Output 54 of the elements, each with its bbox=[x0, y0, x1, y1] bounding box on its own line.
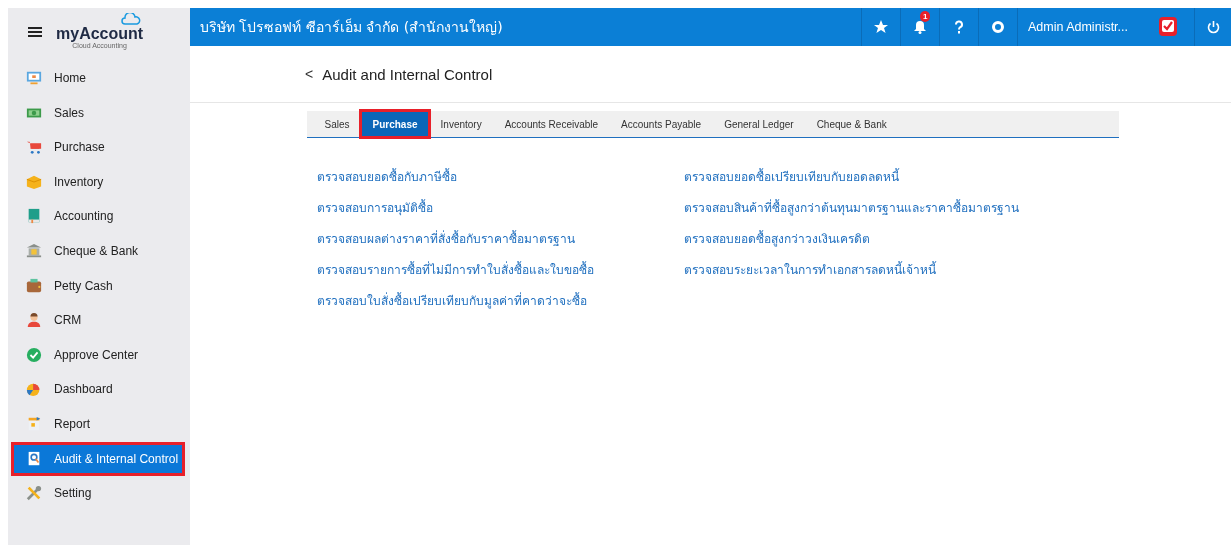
sidebar-item[interactable]: Purchase bbox=[13, 132, 183, 163]
book-icon bbox=[26, 208, 42, 225]
check-circle-icon bbox=[26, 346, 42, 363]
cloud-icon bbox=[121, 12, 142, 25]
report-link[interactable]: ตรวจสอบระยะเวลาในการทำเอกสารลดหนี้เจ้าหนี้ bbox=[684, 261, 1119, 279]
sidebar-item[interactable]: Approve Center bbox=[13, 339, 183, 370]
company-name: บริษัท โปรซอฟท์ ซีอาร์เอ็ม จำกัด (สำนักงานใหญ่) bbox=[199, 17, 504, 37]
pie-chart-icon bbox=[26, 381, 42, 398]
tab[interactable]: Cheque & Bank bbox=[805, 111, 899, 137]
sidebar-item[interactable]: Inventory bbox=[13, 166, 183, 197]
tab[interactable]: Purchase bbox=[361, 111, 430, 137]
bank-icon bbox=[26, 242, 42, 259]
power-icon[interactable] bbox=[1206, 20, 1220, 34]
bell-icon[interactable] bbox=[912, 20, 927, 34]
star-icon[interactable] bbox=[873, 20, 888, 34]
magnifier-document-icon bbox=[26, 450, 42, 467]
sidebar-item[interactable]: CRM bbox=[13, 305, 183, 336]
sidebar-item[interactable]: Dashboard bbox=[13, 374, 183, 405]
monitor-icon bbox=[26, 70, 42, 86]
report-link[interactable]: ตรวจสอบการอนุมัติซื้อ bbox=[317, 199, 684, 217]
tab[interactable]: Accounts Receivable bbox=[493, 111, 610, 137]
sidebar-item[interactable]: Setting bbox=[13, 478, 183, 509]
sidebar-item[interactable]: Accounting bbox=[13, 201, 183, 232]
tab[interactable]: General Ledger bbox=[712, 111, 806, 137]
report-link[interactable]: ตรวจสอบยอดซื้อเปรียบเทียบกับยอดลดหนี้ bbox=[684, 168, 1119, 186]
settings-icon[interactable] bbox=[990, 20, 1005, 34]
report-link[interactable]: ตรวจสอบรายการซื้อที่ไม่มีการทำใบสั่งซื้อและใบขอซื้อ bbox=[317, 261, 684, 279]
notification-badge: 1 bbox=[919, 11, 931, 22]
box-icon bbox=[26, 173, 42, 190]
report-link[interactable]: ตรวจสอบยอดซื้อสูงกว่าวงเงินเครดิต bbox=[684, 230, 1119, 248]
report-link[interactable]: ตรวจสอบยอดซื้อกับภาษีซื้อ bbox=[317, 168, 684, 186]
person-icon bbox=[26, 312, 42, 329]
tab[interactable]: Inventory bbox=[429, 111, 494, 137]
checkbox-app-icon[interactable] bbox=[1157, 16, 1179, 38]
page-title: Audit and Internal Control bbox=[322, 65, 493, 83]
document-icon bbox=[26, 415, 42, 432]
sidebar-item[interactable]: Sales bbox=[13, 97, 183, 128]
sidebar-item[interactable]: Report bbox=[13, 408, 183, 439]
logo: myAccount bbox=[56, 25, 144, 42]
tab[interactable]: Accounts Payable bbox=[609, 111, 713, 137]
back-link[interactable]: < bbox=[305, 66, 314, 82]
tab[interactable]: Sales bbox=[313, 111, 361, 137]
wallet-icon bbox=[26, 277, 42, 294]
report-link[interactable]: ตรวจสอบใบสั่งซื้อเปรียบเทียบกับมูลค่าที่คาดว่าจะซื้อ bbox=[317, 292, 684, 310]
user-name[interactable]: Admin Administr... bbox=[1016, 8, 1142, 46]
cart-icon bbox=[26, 139, 42, 156]
sidebar-item[interactable]: Home bbox=[13, 63, 183, 93]
menu-icon[interactable] bbox=[28, 25, 42, 38]
sidebar-item[interactable]: Audit & Internal Control bbox=[13, 443, 183, 474]
sidebar-item[interactable]: Cheque & Bank bbox=[13, 235, 183, 266]
report-link[interactable]: ตรวจสอบสินค้าที่ซื้อสูงกว่าต้นทุนมาตรฐานและราคาซื้อมาตรฐาน bbox=[684, 199, 1119, 217]
sidebar-item[interactable]: Petty Cash bbox=[13, 270, 183, 301]
wrench-icon bbox=[26, 485, 42, 502]
report-link[interactable]: ตรวจสอบผลต่างราคาที่สั่งซื้อกับราคาซื้อมาตรฐาน bbox=[317, 230, 684, 248]
